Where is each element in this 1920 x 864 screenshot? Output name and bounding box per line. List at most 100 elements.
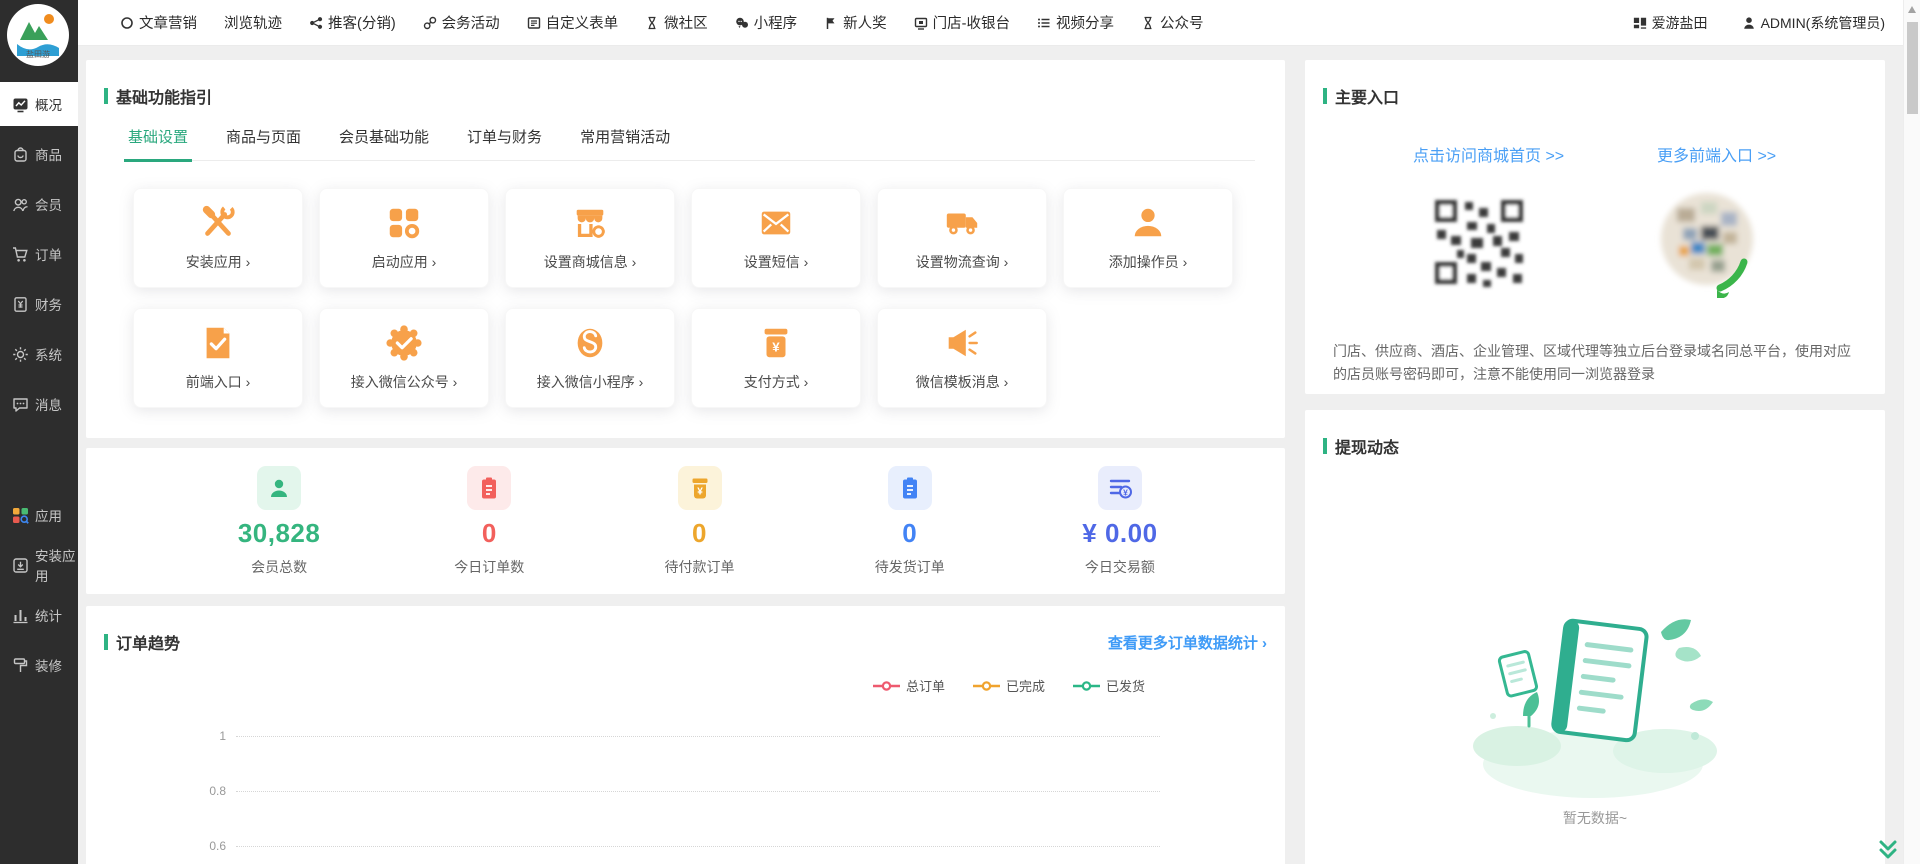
merchant-name: 爱游盐田	[1652, 13, 1708, 33]
sidebar-item-overview[interactable]: 概况	[0, 82, 78, 126]
sidebar-item-label: 应用	[35, 505, 62, 525]
topnav-community[interactable]: 微社区	[645, 12, 708, 33]
sidebar-item-goods[interactable]: 商品	[0, 132, 78, 176]
main-entry-card: 主要入口 点击访问商城首页 >> 更多前端入口 >>	[1305, 60, 1885, 394]
topnav-miniprogram[interactable]: 小程序	[735, 12, 798, 33]
guide-frontend-entry-button[interactable]: 前端入口 ›	[133, 308, 303, 408]
topnav-label: 小程序	[754, 12, 798, 33]
stat-value: ¥ 0.00	[1082, 518, 1157, 549]
tab-member-basics[interactable]: 会员基础功能	[339, 126, 429, 160]
y-axis-tick: 0.6	[196, 839, 226, 853]
guide-tabs: 基础设置 商品与页面 会员基础功能 订单与财务 常用营销活动	[128, 126, 1255, 161]
miniprogram-icon	[571, 324, 609, 362]
topnav-conference[interactable]: 会务活动	[423, 12, 500, 33]
legend-total-orders[interactable]: 总订单	[873, 676, 945, 695]
doc-check-icon	[199, 324, 237, 362]
tab-orders-finance[interactable]: 订单与财务	[467, 126, 542, 160]
topnav-store-pos[interactable]: 门店-收银台	[914, 12, 1010, 33]
sidebar-item-statistics[interactable]: 统计	[0, 593, 78, 637]
topnav-label: 浏览轨迹	[224, 12, 282, 33]
sidebar-item-fitment[interactable]: 装修	[0, 643, 78, 687]
legend-label: 已完成	[1006, 676, 1045, 695]
admin-user-menu[interactable]: ADMIN(系统管理员)	[1742, 13, 1885, 33]
chart-legend: 总订单 已完成 已发货	[873, 676, 1145, 695]
entry-note-text: 门店、供应商、酒店、企业管理、区域代理等独立后台登录域名同总平台，使用对应的店员…	[1333, 340, 1857, 386]
topnav-official-account[interactable]: 公众号	[1141, 12, 1204, 33]
legend-shipped[interactable]: 已发货	[1073, 676, 1145, 695]
main-content: 基础功能指引 基础设置 商品与页面 会员基础功能 订单与财务 常用营销活动 安装…	[86, 60, 1285, 864]
topnav-distribution[interactable]: 推客(分销)	[309, 12, 396, 33]
tab-goods-pages[interactable]: 商品与页面	[226, 126, 301, 160]
vertical-scrollbar[interactable]	[1903, 0, 1920, 864]
sidebar-item-system[interactable]: 系统	[0, 332, 78, 376]
flag-icon	[824, 16, 838, 30]
stat-label: 会员总数	[251, 557, 307, 577]
order-trend-card: 订单趋势 查看更多订单数据统计 › 总订单 已完成 已发货 1 0.8 0.6	[86, 606, 1285, 864]
topnav-browse-track[interactable]: 浏览轨迹	[224, 12, 282, 33]
order-trend-header: 订单趋势	[86, 606, 1285, 654]
guide-payment-button[interactable]: ¥ 支付方式 ›	[691, 308, 861, 408]
guide-launch-app-button[interactable]: 启动应用 ›	[319, 188, 489, 288]
right-column: 主要入口 点击访问商城首页 >> 更多前端入口 >>	[1305, 60, 1885, 864]
topnav-label: 新人奖	[843, 12, 887, 33]
logo[interactable]: 盐田游	[7, 4, 69, 66]
guide-button-label: 微信模板消息 ›	[916, 372, 1009, 392]
merchant-switcher[interactable]: 爱游盐田	[1633, 13, 1708, 33]
guide-button-label: 前端入口 ›	[186, 372, 251, 392]
guide-miniprogram-button[interactable]: 接入微信小程序 ›	[505, 308, 675, 408]
stat-value: 0	[902, 518, 917, 549]
sidebar-item-orders[interactable]: 订单	[0, 232, 78, 276]
sidebar-item-apps[interactable]: 应用	[0, 493, 78, 537]
sidebar-item-messages[interactable]: 消息	[0, 382, 78, 426]
topnav-video-share[interactable]: 视频分享	[1037, 12, 1114, 33]
topnav-article-marketing[interactable]: 文章营销	[120, 12, 197, 33]
guide-button-label: 接入微信公众号 ›	[351, 372, 458, 392]
tab-basic-settings[interactable]: 基础设置	[128, 126, 188, 160]
scrollbar-thumb[interactable]	[1907, 22, 1918, 114]
tab-marketing[interactable]: 常用营销活动	[580, 126, 670, 160]
sidebar-item-finance[interactable]: 财务	[0, 282, 78, 326]
legend-marker-icon	[1073, 681, 1100, 691]
gridline	[236, 846, 1160, 847]
sidebar-item-label: 订单	[35, 244, 62, 264]
apps-icon	[12, 507, 29, 524]
badge-check-icon	[385, 324, 423, 362]
stats-card: 30,828 会员总数 0 今日订单数 ¥ 0 待付款订单 0 待发货订单 ¥ …	[86, 448, 1285, 594]
sidebar-item-label: 概况	[35, 94, 62, 114]
visit-mall-home-link[interactable]: 点击访问商城首页 >>	[1413, 142, 1564, 166]
empty-state-text: 暂无数据~	[1305, 808, 1885, 828]
stat-label: 待付款订单	[665, 557, 735, 577]
pos-icon	[914, 16, 928, 30]
sidebar-item-label: 装修	[35, 655, 62, 675]
scroll-down-widget[interactable]	[1876, 838, 1900, 862]
sidebar-item-install-apps[interactable]: 安装应用	[0, 543, 78, 587]
stat-label: 待发货订单	[875, 557, 945, 577]
empty-state-illustration	[1465, 596, 1725, 801]
guide-add-operator-button[interactable]: 添加操作员 ›	[1063, 188, 1233, 288]
svg-text:盐田游: 盐田游	[26, 49, 50, 59]
guide-card-title: 基础功能指引	[116, 84, 212, 108]
guide-sms-button[interactable]: 设置短信 ›	[691, 188, 861, 288]
more-order-stats-link[interactable]: 查看更多订单数据统计 ›	[1108, 632, 1267, 653]
sidebar-item-label: 安装应用	[35, 545, 78, 585]
guide-wechat-oa-button[interactable]: 接入微信公众号 ›	[319, 308, 489, 408]
guide-template-message-button[interactable]: 微信模板消息 ›	[877, 308, 1047, 408]
guide-logistics-button[interactable]: 设置物流查询 ›	[877, 188, 1047, 288]
withdraw-title: 提现动态	[1335, 434, 1399, 458]
more-frontend-entry-link[interactable]: 更多前端入口 >>	[1657, 142, 1776, 166]
topbar-right: 爱游盐田 ADMIN(系统管理员)	[1633, 13, 1885, 33]
stats-icon	[12, 607, 29, 624]
sidebar-item-members[interactable]: 会员	[0, 182, 78, 226]
scrollbar-up-arrow-icon[interactable]	[1908, 6, 1916, 13]
guide-button-label: 添加操作员 ›	[1109, 252, 1188, 272]
shipping-icon	[888, 466, 932, 510]
guide-mall-info-button[interactable]: 设置商城信息 ›	[505, 188, 675, 288]
stat-pending-payment: ¥ 0 待付款订单	[594, 466, 804, 577]
guide-install-app-button[interactable]: 安装应用 ›	[133, 188, 303, 288]
y-axis-tick: 1	[196, 729, 226, 743]
operator-icon	[1129, 204, 1167, 242]
legend-completed[interactable]: 已完成	[973, 676, 1045, 695]
trade-icon: ¥	[1098, 466, 1142, 510]
topnav-custom-form[interactable]: 自定义表单	[527, 12, 619, 33]
topnav-newcomer-award[interactable]: 新人奖	[824, 12, 887, 33]
